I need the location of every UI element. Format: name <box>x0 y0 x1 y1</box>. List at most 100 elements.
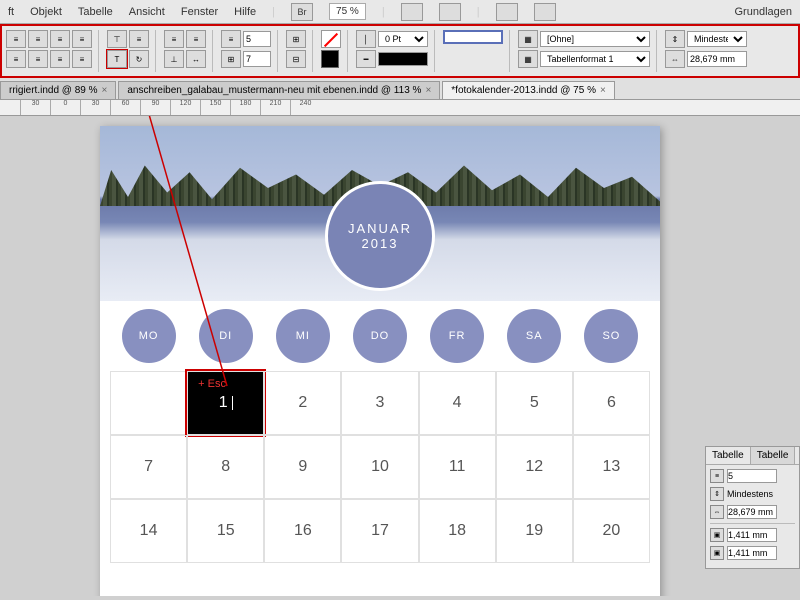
document-tabs: rrigiert.indd @ 89 %× anschreiben_galaba… <box>0 78 800 100</box>
calendar-cell[interactable]: 7 <box>110 435 187 499</box>
calendar-cell[interactable]: 19 <box>496 499 573 563</box>
calendar-cell[interactable]: 18 <box>419 499 496 563</box>
align-icon[interactable]: ≡ <box>72 50 92 68</box>
close-icon[interactable]: × <box>102 85 108 96</box>
split-cells-icon[interactable]: ⊟ <box>286 50 306 68</box>
calendar-cell[interactable]: 12 <box>496 435 573 499</box>
align-right-icon[interactable]: ≡ <box>50 30 70 48</box>
stroke-weight-icon: │ <box>356 30 376 48</box>
calendar-cell[interactable]: 14 <box>110 499 187 563</box>
menu-bar: ft Objekt Tabelle Ansicht Fenster Hilfe … <box>0 0 800 24</box>
align-icon[interactable]: ≡ <box>50 50 70 68</box>
weekday-circle: DI <box>199 309 253 363</box>
calendar-cell[interactable]: 5 <box>496 371 573 435</box>
workspace[interactable]: JANUAR 2013 MODIMIDOFRSASO 1+ Esc2345678… <box>0 116 800 596</box>
stroke-weight-select[interactable]: 0 Pt <box>378 31 428 47</box>
align-justify-icon[interactable]: ≡ <box>72 30 92 48</box>
width-icon: ⇔ <box>710 505 724 519</box>
inset-icon: ▣ <box>710 528 724 542</box>
rotate-icon[interactable]: ↻ <box>129 50 149 68</box>
panel-tab[interactable]: Tabelle <box>751 447 796 464</box>
table-format-select[interactable]: Tabellenformat 1 <box>540 51 650 67</box>
close-icon[interactable]: × <box>425 85 431 96</box>
calendar-cell[interactable]: 20 <box>573 499 650 563</box>
bridge-button[interactable]: Br <box>291 3 313 21</box>
weekday-circle: MI <box>276 309 330 363</box>
cell-style-select[interactable]: [Ohne] <box>540 31 650 47</box>
valign-icon[interactable]: ≡ <box>186 30 206 48</box>
zoom-dropdown[interactable]: 75 % <box>329 3 366 20</box>
valign-mid-icon[interactable]: ≡ <box>129 30 149 48</box>
workspace-dropdown[interactable]: Grundlagen <box>735 6 793 18</box>
text-tool-icon[interactable]: T <box>107 50 127 68</box>
calendar-grid[interactable]: 1+ Esc23456 78910111213 14151617181920 <box>100 371 660 563</box>
calendar-cell[interactable] <box>110 371 187 435</box>
align-icon[interactable]: ≡ <box>28 50 48 68</box>
view-mode-icon[interactable] <box>439 3 461 21</box>
text-dir-icon[interactable]: ↔ <box>186 50 206 68</box>
valign-top-icon[interactable]: ⊤ <box>107 30 127 48</box>
rows-icon: ≡ <box>710 469 724 483</box>
document-tab[interactable]: *fotokalender-2013.indd @ 75 %× <box>442 81 615 99</box>
arrange-icon[interactable] <box>496 3 518 21</box>
panel-w1-input[interactable] <box>727 528 777 542</box>
panel-rows-input[interactable] <box>727 469 777 483</box>
align-icon[interactable]: ≡ <box>6 50 26 68</box>
calendar-cell[interactable]: 6 <box>573 371 650 435</box>
table-format-icon: ▦ <box>518 50 538 68</box>
calendar-cell[interactable]: 1+ Esc <box>187 371 264 435</box>
calendar-cell[interactable]: 8 <box>187 435 264 499</box>
month-badge: JANUAR 2013 <box>325 181 435 291</box>
panel-w2-input[interactable] <box>727 546 777 560</box>
cols-input[interactable] <box>243 51 271 67</box>
calendar-cell[interactable]: 15 <box>187 499 264 563</box>
height-mode-select[interactable]: Mindestens <box>687 31 747 47</box>
stroke-proxy-icon[interactable] <box>443 30 503 44</box>
menu-item[interactable]: Objekt <box>30 6 62 18</box>
height-value-input[interactable] <box>687 51 747 67</box>
hero-image: JANUAR 2013 <box>100 126 660 301</box>
height-icon: ⇕ <box>710 487 724 501</box>
calendar-cell[interactable]: 17 <box>341 499 418 563</box>
stroke-style-select[interactable] <box>378 52 428 66</box>
screen-mode-icon[interactable] <box>534 3 556 21</box>
calendar-cell[interactable]: 11 <box>419 435 496 499</box>
control-panel: ≡ ≡ ≡ ≡ ≡ ≡ ≡ ≡ ⊤ ≡ T ↻ ≡ ≡ ⊥ ↔ <box>0 24 800 78</box>
menu-item[interactable]: Ansicht <box>129 6 165 18</box>
menu-item[interactable]: Hilfe <box>234 6 256 18</box>
weekday-circle: SO <box>584 309 638 363</box>
calendar-cell[interactable]: 3 <box>341 371 418 435</box>
table-panel: Tabelle Tabelle ≡ ⇕Mindestens ⇔ ▣ ▣ <box>705 446 800 569</box>
menu-item[interactable]: Tabelle <box>78 6 113 18</box>
panel-h-input[interactable] <box>727 505 777 519</box>
document-tab[interactable]: rrigiert.indd @ 89 %× <box>0 81 116 99</box>
view-mode-icon[interactable] <box>401 3 423 21</box>
calendar-cell[interactable]: 10 <box>341 435 418 499</box>
calendar-cell[interactable]: 4 <box>419 371 496 435</box>
esc-hint: + Esc <box>198 378 226 390</box>
calendar-cell[interactable]: 2 <box>264 371 341 435</box>
inset-icon: ▣ <box>710 546 724 560</box>
weekday-circle: SA <box>507 309 561 363</box>
calendar-cell[interactable]: 16 <box>264 499 341 563</box>
calendar-cell[interactable]: 13 <box>573 435 650 499</box>
menu-item[interactable]: ft <box>8 6 14 18</box>
close-icon[interactable]: × <box>600 85 606 96</box>
panel-tab[interactable]: Tabelle <box>706 447 751 464</box>
document-tab[interactable]: anschreiben_galabau_mustermann-neu mit e… <box>118 81 440 99</box>
align-left-icon[interactable]: ≡ <box>6 30 26 48</box>
text-dir-icon[interactable]: ⊥ <box>164 50 184 68</box>
col-width-icon: ⇔ <box>665 50 685 68</box>
cols-icon: ⊞ <box>221 50 241 68</box>
no-fill-icon[interactable] <box>321 30 341 48</box>
mode-label: Mindestens <box>727 489 795 499</box>
calendar-page[interactable]: JANUAR 2013 MODIMIDOFRSASO 1+ Esc2345678… <box>100 126 660 596</box>
merge-cells-icon[interactable]: ⊞ <box>286 30 306 48</box>
menu-item[interactable]: Fenster <box>181 6 218 18</box>
align-center-icon[interactable]: ≡ <box>28 30 48 48</box>
rows-input[interactable] <box>243 31 271 47</box>
fill-color-icon[interactable] <box>321 50 339 68</box>
calendar-cell[interactable]: 9 <box>264 435 341 499</box>
horizontal-ruler: 300306090120150180210240 <box>0 100 800 116</box>
valign-icon[interactable]: ≡ <box>164 30 184 48</box>
